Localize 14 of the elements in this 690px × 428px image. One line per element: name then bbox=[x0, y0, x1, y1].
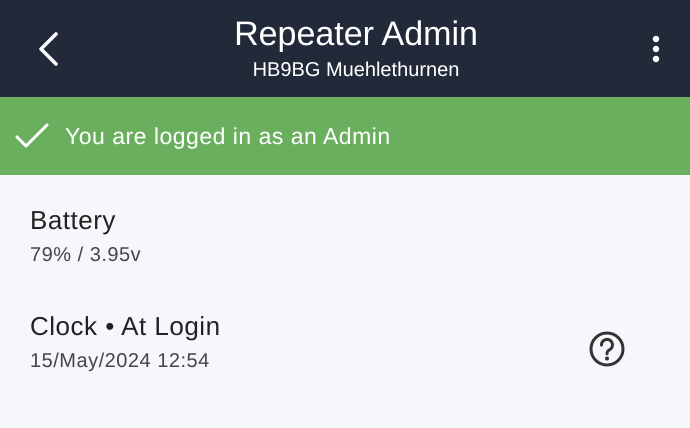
back-button[interactable] bbox=[36, 30, 60, 66]
back-chevron-icon bbox=[36, 30, 60, 66]
help-button[interactable] bbox=[588, 330, 626, 368]
item-value: 15/May/2024 12:54 bbox=[30, 350, 211, 373]
checkmark-icon bbox=[15, 123, 49, 149]
login-status-text: You are logged in as an Admin bbox=[65, 122, 391, 150]
item-label: Clock • At Login bbox=[30, 311, 221, 342]
help-icon bbox=[588, 330, 626, 368]
more-menu-button[interactable] bbox=[652, 34, 660, 62]
kebab-menu-icon bbox=[652, 34, 660, 62]
screen-subtitle: HB9BG Muehlethurnen bbox=[252, 58, 460, 82]
screen-title: Repeater Admin bbox=[234, 14, 478, 54]
item-label: Battery bbox=[30, 205, 117, 236]
item-value: 79% / 3.95v bbox=[30, 244, 142, 267]
